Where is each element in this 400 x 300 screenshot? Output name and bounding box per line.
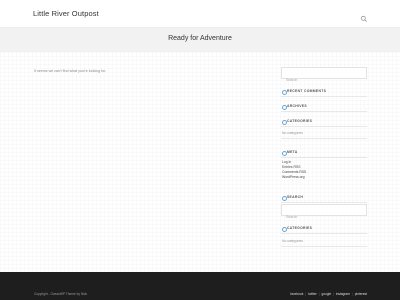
widget-title-archives: ARCHIVES	[281, 104, 367, 110]
widget-title-recent-comments: RECENT COMMENTS	[281, 89, 367, 95]
site-title[interactable]: Little River Outpost	[33, 9, 99, 18]
social-link-instagram[interactable]: instagram	[336, 292, 350, 296]
page-title: Ready for Adventure	[168, 35, 232, 42]
divider	[281, 96, 367, 97]
divider	[281, 202, 367, 203]
widget-title-meta: META	[281, 150, 367, 156]
categories-empty-text-2: No categories	[282, 239, 303, 243]
meta-link-comments-rss[interactable]: Comments RSS	[282, 170, 306, 174]
copyright-text: Copyright - OceanWP Theme by Nick	[34, 292, 88, 296]
search-input-2[interactable]	[282, 212, 366, 222]
widget-title-categories-2: CATEGORIES	[281, 226, 367, 232]
sidebar-search-box[interactable]	[281, 67, 367, 85]
social-link-pinterest[interactable]: pinterest	[355, 292, 367, 296]
not-found-message: It seems we can't find what you're looki…	[34, 69, 107, 73]
social-link-twitter[interactable]: twitter	[308, 292, 317, 296]
separator: |	[318, 292, 320, 296]
divider	[281, 138, 367, 139]
widget-title-categories: CATEGORIES	[281, 119, 367, 125]
social-links: facebook | twitter | google | instagram …	[290, 292, 367, 296]
search-icon[interactable]	[360, 10, 368, 22]
categories-empty-text: No categories	[282, 131, 303, 135]
divider	[281, 233, 367, 234]
meta-link-entries-rss[interactable]: Entries RSS	[282, 165, 300, 169]
divider	[281, 246, 367, 247]
site-header: Little River Outpost	[0, 0, 400, 28]
divider	[281, 126, 367, 127]
social-link-google[interactable]: google	[322, 292, 332, 296]
meta-link-wordpress-org[interactable]: WordPress.org	[282, 175, 305, 179]
divider	[281, 157, 367, 158]
separator: |	[351, 292, 353, 296]
page-header: Ready for Adventure	[0, 28, 400, 52]
site-footer: Copyright - OceanWP Theme by Nick facebo…	[0, 272, 400, 300]
sidebar-search-box-2[interactable]	[281, 204, 367, 222]
social-link-facebook[interactable]: facebook	[290, 292, 303, 296]
meta-link-log-in[interactable]: Log in	[282, 160, 291, 164]
separator: |	[305, 292, 307, 296]
search-input[interactable]	[282, 75, 366, 85]
separator: |	[333, 292, 334, 296]
divider	[281, 111, 367, 112]
widget-title-search: SEARCH	[281, 195, 367, 201]
